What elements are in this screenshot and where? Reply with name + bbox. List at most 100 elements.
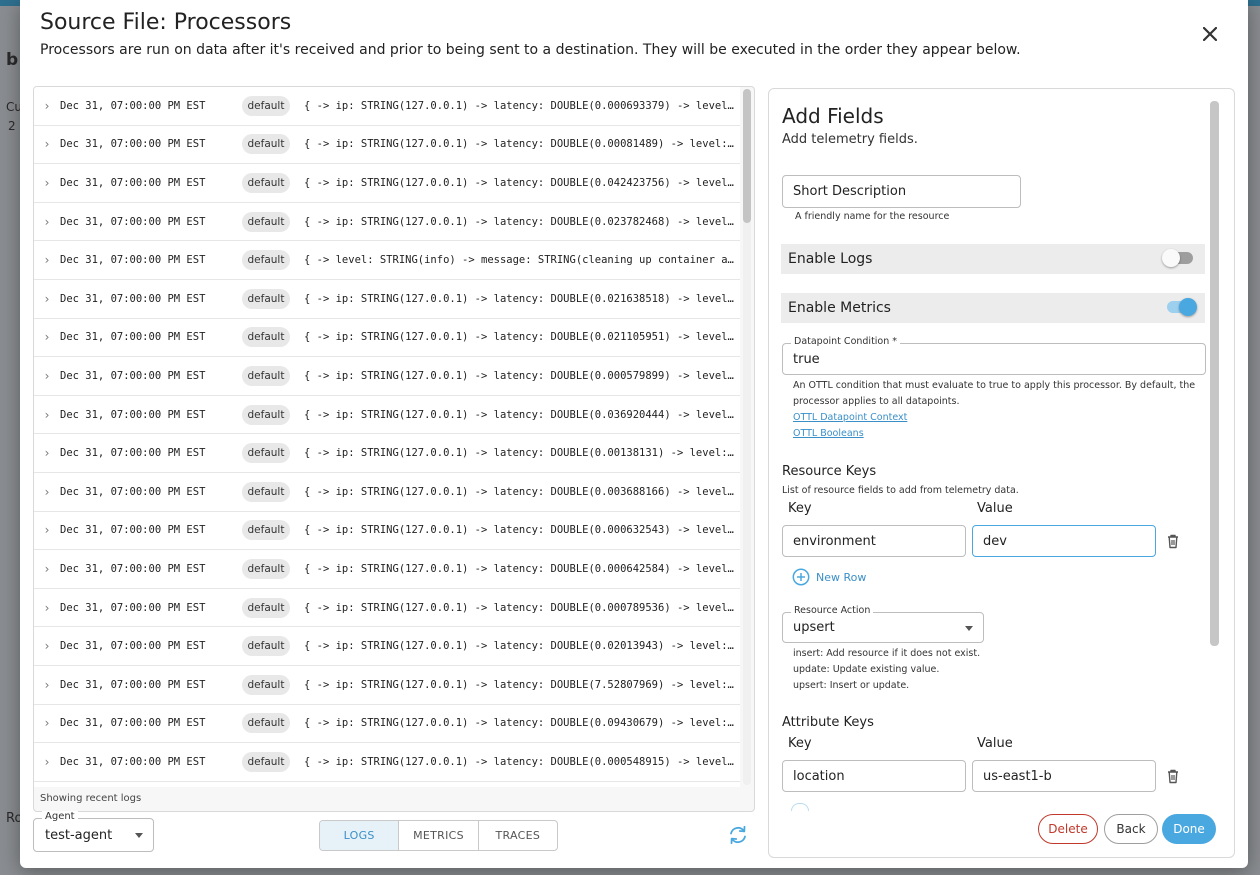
attribute-keys-title: Attribute Keys [782, 715, 874, 730]
back-button[interactable]: Back [1104, 814, 1158, 844]
log-row[interactable]: › Dec 31, 07:00:00 PM EST default { -> ip: … [34, 280, 740, 319]
log-message: { -> ip: STRING(127.0.0.1) -> latency: D… [304, 755, 740, 768]
resource-key-input[interactable]: environment [782, 525, 966, 557]
chevron-right-icon[interactable]: › [34, 523, 60, 537]
agent-select-label: Agent [42, 811, 78, 822]
attribute-value-input[interactable]: us-east1-b [972, 760, 1156, 792]
chevron-right-icon[interactable]: › [34, 137, 60, 151]
log-message: { -> ip: STRING(127.0.0.1) -> latency: D… [304, 562, 740, 575]
log-row[interactable]: › Dec 31, 07:00:00 PM EST default { -> ip: … [34, 203, 740, 242]
log-timestamp: Dec 31, 07:00:00 PM EST [60, 369, 206, 382]
refresh-icon[interactable] [727, 824, 749, 846]
log-badge: default [242, 404, 290, 425]
close-icon[interactable] [1198, 22, 1222, 46]
log-row[interactable]: › Dec 31, 07:00:00 PM EST default { -> ip: … [34, 666, 740, 705]
short-description-helper: A friendly name for the resource [795, 211, 950, 222]
chevron-right-icon[interactable]: › [34, 716, 60, 730]
log-row[interactable]: › Dec 31, 07:00:00 PM EST default { -> ip: … [34, 319, 740, 358]
chevron-right-icon[interactable]: › [34, 215, 60, 229]
chevron-right-icon[interactable]: › [34, 253, 60, 267]
config-scrollbar[interactable] [1210, 101, 1219, 646]
attribute-key-input[interactable]: location [782, 760, 966, 792]
tab-logs[interactable]: LOGS [320, 821, 400, 850]
enable-logs-toggle[interactable] [1162, 249, 1193, 267]
delete-button[interactable]: Delete [1038, 814, 1098, 844]
done-button[interactable]: Done [1162, 814, 1216, 844]
chevron-right-icon[interactable]: › [34, 562, 60, 576]
chevron-right-icon[interactable]: › [34, 485, 60, 499]
datapoint-condition-value: true [793, 352, 820, 367]
tab-metrics[interactable]: METRICS [399, 821, 479, 850]
enable-metrics-row: Enable Metrics [781, 293, 1205, 323]
log-badge: default [242, 751, 290, 772]
toggle-knob [1179, 298, 1197, 316]
log-message: { -> ip: STRING(127.0.0.1) -> latency: D… [304, 176, 740, 189]
log-message: { -> ip: STRING(127.0.0.1) -> latency: D… [304, 717, 740, 730]
chevron-right-icon[interactable]: › [34, 408, 60, 422]
logs-scrollbar-thumb[interactable] [743, 89, 751, 223]
background-count-fragment: 2 [8, 119, 16, 133]
logs-scrollbar[interactable] [743, 89, 751, 785]
agent-select[interactable]: Agent test-agent [33, 811, 154, 852]
log-timestamp: Dec 31, 07:00:00 PM EST [60, 485, 206, 498]
log-message: { -> ip: STRING(127.0.0.1) -> latency: D… [304, 99, 740, 112]
log-row[interactable]: › Dec 31, 07:00:00 PM EST default { -> ip: … [34, 126, 740, 165]
log-message: { -> ip: STRING(127.0.0.1) -> latency: D… [304, 331, 740, 344]
trash-icon[interactable] [1166, 533, 1180, 549]
log-row[interactable]: › Dec 31, 07:00:00 PM EST default { -> ip: … [34, 705, 740, 744]
enable-metrics-toggle[interactable] [1167, 298, 1197, 316]
config-scrollbar-thumb[interactable] [1210, 101, 1219, 646]
log-row[interactable]: › Dec 31, 07:00:00 PM EST default { -> ip: … [34, 473, 740, 512]
log-row[interactable]: › Dec 31, 07:00:00 PM EST default { -> ip: … [34, 550, 740, 589]
log-timestamp: Dec 31, 07:00:00 PM EST [60, 678, 206, 691]
trash-icon[interactable] [1166, 768, 1180, 784]
chevron-right-icon[interactable]: › [34, 176, 60, 190]
resource-action-help-insert: insert: Add resource if it does not exis… [793, 648, 981, 659]
resource-action-label: Resource Action [791, 605, 874, 616]
log-timestamp: Dec 31, 07:00:00 PM EST [60, 176, 206, 189]
chevron-right-icon[interactable]: › [34, 601, 60, 615]
log-timestamp: Dec 31, 07:00:00 PM EST [60, 99, 206, 112]
log-row[interactable]: › Dec 31, 07:00:00 PM EST default { -> ip: … [34, 627, 740, 666]
chevron-right-icon[interactable]: › [34, 99, 60, 113]
chevron-right-icon[interactable]: › [34, 330, 60, 344]
log-row[interactable]: › Dec 31, 07:00:00 PM EST default { -> ip: … [34, 434, 740, 473]
log-message: { -> ip: STRING(127.0.0.1) -> latency: D… [304, 678, 740, 691]
chevron-right-icon[interactable]: › [34, 639, 60, 653]
log-row[interactable]: › Dec 31, 07:00:00 PM EST default { -> ip: … [34, 589, 740, 628]
chevron-right-icon[interactable]: › [34, 755, 60, 769]
ottl-datapoint-context-link[interactable]: OTTL Datapoint Context [793, 412, 907, 423]
new-row-label: New Row [816, 570, 867, 584]
log-row[interactable]: › Dec 31, 07:00:00 PM EST default { -> ip: … [34, 512, 740, 551]
log-row[interactable]: › Dec 31, 07:00:00 PM EST default { -> ip: … [34, 87, 740, 126]
log-timestamp: Dec 31, 07:00:00 PM EST [60, 755, 206, 768]
log-timestamp: Dec 31, 07:00:00 PM EST [60, 292, 206, 305]
log-message: { -> ip: STRING(127.0.0.1) -> latency: D… [304, 524, 740, 537]
log-message: { -> ip: STRING(127.0.0.1) -> latency: D… [304, 485, 740, 498]
resource-value-input[interactable]: dev [972, 525, 1156, 557]
agent-select-value: test-agent [45, 828, 113, 843]
ottl-booleans-link[interactable]: OTTL Booleans [793, 428, 864, 439]
chevron-right-icon[interactable]: › [34, 446, 60, 460]
log-timestamp: Dec 31, 07:00:00 PM EST [60, 408, 206, 421]
log-badge: default [242, 443, 290, 464]
short-description-input[interactable]: Short Description [782, 175, 1021, 208]
log-row[interactable]: › Dec 31, 07:00:00 PM EST default { -> ip: … [34, 743, 740, 782]
chevron-right-icon[interactable]: › [34, 292, 60, 306]
resource-action-select[interactable]: Resource Action upsert [782, 605, 984, 643]
log-row[interactable]: › Dec 31, 07:00:00 PM EST default { -> ip: … [34, 396, 740, 435]
resource-action-help-update: update: Update existing value. [793, 664, 940, 675]
chevron-right-icon[interactable]: › [34, 678, 60, 692]
tab-traces[interactable]: TRACES [479, 821, 557, 850]
chevron-right-icon[interactable]: › [34, 369, 60, 383]
log-badge: default [242, 713, 290, 734]
log-row[interactable]: › Dec 31, 07:00:00 PM EST default { -> ip: … [34, 357, 740, 396]
log-timestamp: Dec 31, 07:00:00 PM EST [60, 717, 206, 730]
log-badge: default [242, 250, 290, 271]
datapoint-condition-field[interactable]: Datapoint Condition * true [782, 336, 1206, 375]
log-row[interactable]: › Dec 31, 07:00:00 PM EST default { -> ip: … [34, 164, 740, 203]
log-message: { -> ip: STRING(127.0.0.1) -> latency: D… [304, 138, 740, 151]
log-row[interactable]: › Dec 31, 07:00:00 PM EST default { -> leve… [34, 241, 740, 280]
new-row-button[interactable]: New Row [792, 568, 866, 586]
log-timestamp: Dec 31, 07:00:00 PM EST [60, 254, 206, 267]
